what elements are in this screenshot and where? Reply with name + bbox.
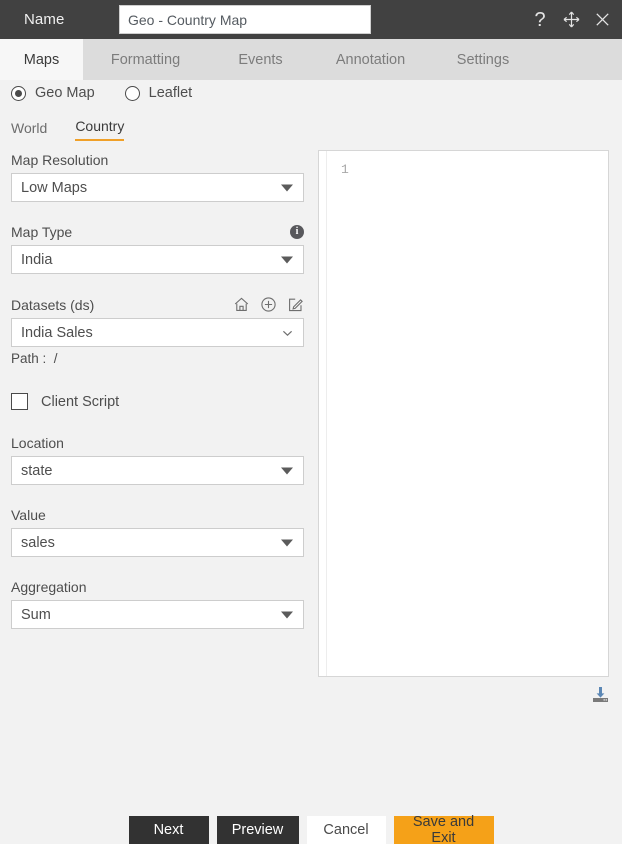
dialog-body: Geo Map Leaflet World Country Map Resolu… [0, 80, 622, 844]
chevron-down-icon [281, 467, 293, 474]
geo-country-map-dialog: Name ? Maps Formatting Even [0, 0, 622, 844]
editor-gutter [319, 151, 327, 676]
tab-maps[interactable]: Maps [0, 39, 83, 80]
help-icon[interactable]: ? [530, 10, 550, 30]
map-settings-form: Map Resolution Low Maps Map Type i India [11, 152, 304, 629]
datasets-path: Path : / [11, 351, 304, 366]
path-label: Path : [11, 351, 47, 366]
aggregation-select[interactable]: Sum [11, 600, 304, 629]
script-editor[interactable]: 1 [318, 150, 609, 677]
radio-leaflet-dot [124, 85, 140, 101]
client-script-box [11, 393, 28, 410]
value-select[interactable]: sales [11, 528, 304, 557]
client-script-label: Client Script [41, 393, 120, 410]
radio-leaflet-label: Leaflet [148, 85, 193, 101]
radio-geo-map[interactable]: Geo Map [11, 85, 95, 101]
client-script-checkbox[interactable]: Client Script [11, 393, 304, 410]
field-map-type: Map Type i India [11, 224, 304, 274]
datasets-select[interactable]: India Sales [11, 318, 304, 347]
location-label: Location [11, 435, 64, 451]
chevron-down-icon [281, 184, 293, 191]
path-value: / [53, 351, 58, 366]
radio-leaflet[interactable]: Leaflet [124, 85, 193, 101]
chevron-down-icon [281, 256, 293, 263]
subtab-world[interactable]: World [11, 120, 47, 141]
name-input[interactable] [119, 5, 371, 34]
map-type-value: India [21, 251, 53, 268]
field-location: Location state [11, 435, 304, 485]
scope-subtabs: World Country [11, 118, 125, 141]
value-label: Value [11, 507, 46, 523]
map-mode-radio-group: Geo Map Leaflet [11, 85, 192, 101]
aggregation-value: Sum [21, 606, 51, 623]
move-icon[interactable] [561, 10, 581, 30]
tab-settings[interactable]: Settings [428, 39, 538, 80]
info-icon[interactable]: i [290, 225, 304, 239]
chevron-down-icon [281, 539, 293, 546]
save-and-exit-button[interactable]: Save and Exit [393, 814, 494, 844]
field-map-resolution: Map Resolution Low Maps [11, 152, 304, 202]
tab-formatting[interactable]: Formatting [83, 39, 208, 80]
radio-geo-map-label: Geo Map [35, 85, 95, 101]
map-resolution-select[interactable]: Low Maps [11, 173, 304, 202]
map-type-label: Map Type [11, 224, 73, 240]
name-label: Name [24, 11, 65, 28]
map-resolution-value: Low Maps [21, 179, 88, 196]
map-resolution-label: Map Resolution [11, 152, 109, 168]
map-type-select[interactable]: India [11, 245, 304, 274]
close-icon[interactable] [592, 10, 612, 30]
field-aggregation: Aggregation Sum [11, 579, 304, 629]
aggregation-label: Aggregation [11, 579, 87, 595]
location-value: state [21, 462, 53, 479]
datasets-value: India Sales [21, 324, 93, 341]
cancel-button[interactable]: Cancel [306, 815, 386, 844]
preview-button[interactable]: Preview [216, 815, 299, 844]
chevron-down-icon [281, 326, 294, 339]
download-icon[interactable] [591, 685, 610, 704]
location-select[interactable]: state [11, 456, 304, 485]
editor-line-number: 1 [341, 162, 349, 177]
plus-circle-icon[interactable] [260, 296, 277, 313]
next-button[interactable]: Next [128, 815, 209, 844]
edit-icon[interactable] [287, 296, 304, 313]
radio-geo-map-dot [11, 85, 26, 101]
home-icon[interactable] [233, 296, 250, 313]
field-value: Value sales [11, 507, 304, 557]
datasets-label: Datasets (ds) [11, 296, 95, 313]
field-datasets: Datasets (ds) India Sales Path: / [11, 296, 304, 366]
subtab-country[interactable]: Country [75, 118, 125, 141]
dialog-titlebar: Name ? [0, 0, 622, 39]
dialog-footer: Next Preview Cancel Save and Exit [0, 810, 622, 844]
titlebar-icons: ? [530, 0, 612, 39]
dialog-tabbar: Maps Formatting Events Annotation Settin… [0, 39, 622, 80]
tab-annotation[interactable]: Annotation [313, 39, 428, 80]
datasets-actions [233, 296, 304, 313]
tab-events[interactable]: Events [208, 39, 313, 80]
value-value: sales [21, 534, 55, 551]
chevron-down-icon [281, 611, 293, 618]
